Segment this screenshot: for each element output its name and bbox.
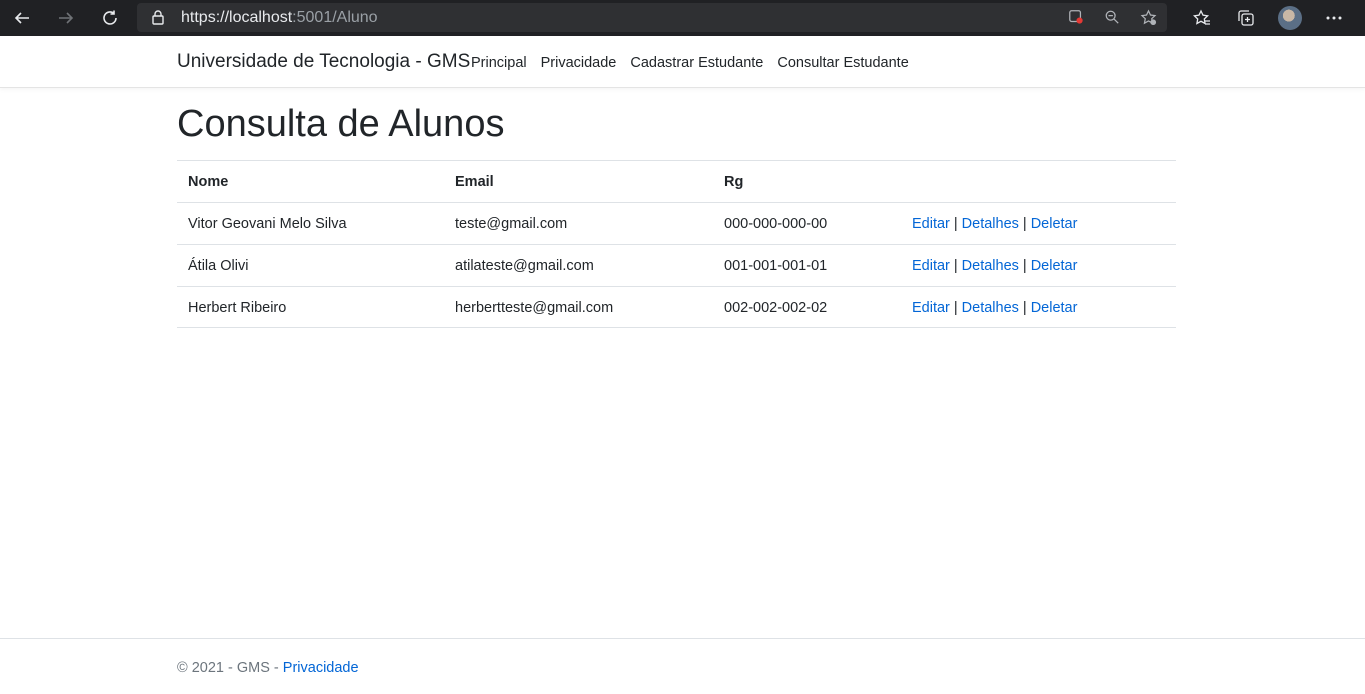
page-title: Consulta de Alunos (177, 103, 505, 145)
separator: | (1022, 258, 1027, 274)
table-header-row: Nome Email Rg (177, 160, 1176, 202)
avatar (1278, 6, 1302, 30)
row-actions: Editar | Detalhes | Deletar (912, 258, 1077, 274)
footer-privacy-link[interactable]: Privacidade (283, 660, 359, 676)
site-navbar: Universidade de Tecnologia - GMS Princip… (0, 36, 1365, 88)
separator: | (953, 258, 958, 274)
refresh-icon[interactable] (88, 0, 132, 36)
site-footer: © 2021 - GMS - Privacidade (0, 638, 1365, 694)
column-header-nome: Nome (188, 174, 229, 190)
url-text: https://localhost:5001/Aluno (181, 9, 378, 26)
nav-link-cadastrar-estudante[interactable]: Cadastrar Estudante (630, 55, 763, 71)
cell-email: teste@gmail.com (455, 216, 568, 232)
more-options-icon[interactable] (1312, 0, 1356, 36)
favorites-icon[interactable] (1180, 0, 1224, 36)
column-header-email: Email (455, 174, 494, 190)
details-link[interactable]: Detalhes (962, 300, 1019, 316)
address-bar[interactable]: https://localhost:5001/Aluno (137, 3, 1167, 32)
lock-icon (152, 10, 164, 25)
cell-rg: 000-000-000-00 (724, 216, 828, 232)
cell-nome: Átila Olivi (188, 258, 249, 274)
separator: | (953, 300, 958, 316)
footer-text: © 2021 - GMS - Privacidade (177, 660, 359, 676)
cell-email: atilateste@gmail.com (455, 258, 594, 274)
add-favorite-icon[interactable] (1139, 8, 1157, 26)
students-table: Nome Email Rg Vitor Geovani Melo Silva t… (177, 160, 1176, 328)
row-actions: Editar | Detalhes | Deletar (912, 216, 1077, 232)
cell-nome: Herbert Ribeiro (188, 300, 287, 316)
row-actions: Editar | Detalhes | Deletar (912, 300, 1077, 316)
separator: | (1022, 300, 1027, 316)
edit-link[interactable]: Editar (912, 258, 950, 274)
cell-rg: 002-002-002-02 (724, 300, 828, 316)
cell-email: herbertteste@gmail.com (455, 300, 614, 316)
cell-nome: Vitor Geovani Melo Silva (188, 216, 347, 232)
details-link[interactable]: Detalhes (962, 216, 1019, 232)
separator: | (953, 216, 958, 232)
delete-link[interactable]: Deletar (1031, 216, 1078, 232)
column-header-rg: Rg (724, 174, 744, 190)
table-row: Vitor Geovani Melo Silva teste@gmail.com… (177, 202, 1176, 244)
details-link[interactable]: Detalhes (962, 258, 1019, 274)
back-icon[interactable] (0, 0, 44, 36)
nav-link-consultar-estudante[interactable]: Consultar Estudante (777, 55, 908, 71)
browser-toolbar: https://localhost:5001/Aluno (0, 0, 1365, 36)
brand-link[interactable]: Universidade de Tecnologia - GMS (177, 51, 470, 73)
copyright-text: © 2021 - GMS - (177, 660, 283, 676)
delete-link[interactable]: Deletar (1031, 300, 1078, 316)
edit-link[interactable]: Editar (912, 216, 950, 232)
edit-link[interactable]: Editar (912, 300, 950, 316)
delete-link[interactable]: Deletar (1031, 258, 1078, 274)
table-row: Herbert Ribeiro herbertteste@gmail.com 0… (177, 286, 1176, 328)
nav-link-principal[interactable]: Principal (471, 55, 527, 71)
zoom-icon[interactable] (1103, 8, 1121, 26)
forward-icon[interactable] (44, 0, 88, 36)
separator: | (1022, 216, 1027, 232)
nav-link-privacidade[interactable]: Privacidade (541, 55, 617, 71)
tracking-prevention-icon[interactable] (1067, 8, 1085, 26)
table-row: Átila Olivi atilateste@gmail.com 001-001… (177, 244, 1176, 286)
profile-avatar[interactable] (1268, 0, 1312, 36)
nav-links: Principal Privacidade Cadastrar Estudant… (471, 55, 923, 71)
collections-icon[interactable] (1224, 0, 1268, 36)
cell-rg: 001-001-001-01 (724, 258, 828, 274)
